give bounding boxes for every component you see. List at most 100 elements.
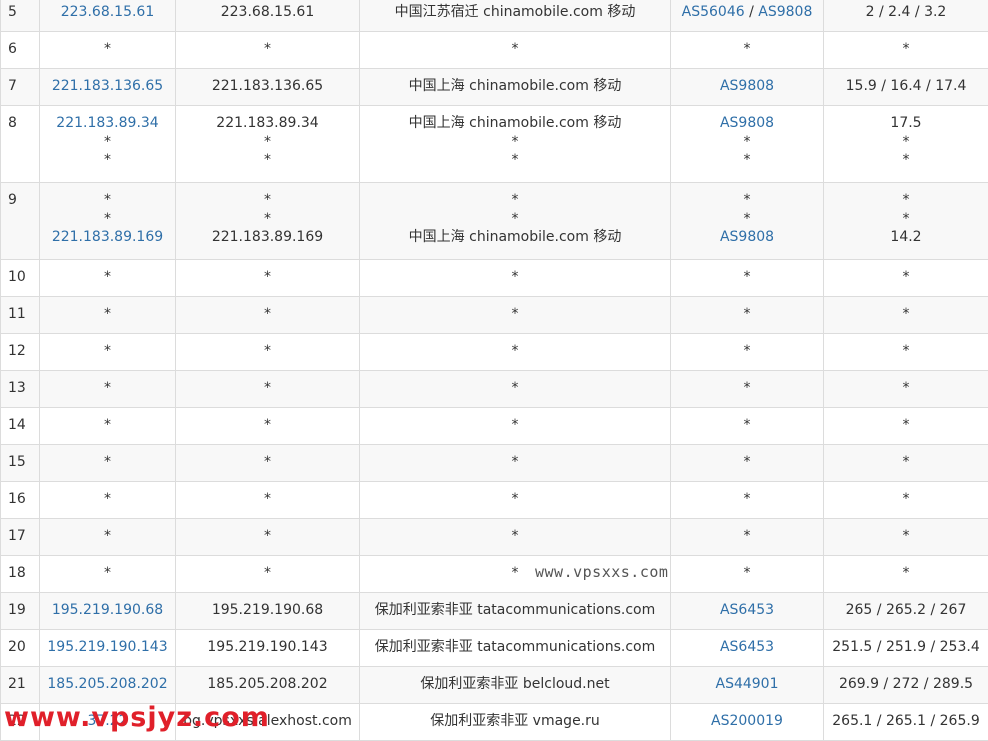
- rtt-cell: *: [824, 556, 988, 593]
- ip-address[interactable]: 195.219.190.68: [40, 601, 175, 620]
- asn-cell: AS6453: [671, 630, 824, 667]
- asn-link[interactable]: AS9808: [720, 78, 774, 94]
- ip-address: *: [40, 133, 175, 152]
- ip-address: *: [40, 268, 175, 287]
- asn-cell: **AS9808: [671, 183, 824, 260]
- location-cell: *: [360, 371, 671, 408]
- hop-number: 9: [8, 192, 17, 208]
- asn-line: *: [671, 379, 823, 398]
- asn-empty: *: [744, 41, 751, 57]
- asn-line: AS44901: [671, 675, 823, 694]
- hostname: *: [176, 564, 359, 583]
- table-row: 16*****: [1, 482, 988, 519]
- ip-cell: 195.219.190.68: [40, 593, 176, 630]
- hostname-cell: 223.68.15.61: [176, 0, 360, 32]
- asn-line: AS6453: [671, 601, 823, 620]
- location: *: [360, 490, 670, 509]
- asn-link[interactable]: AS6453: [720, 602, 774, 618]
- asn-cell: AS44901: [671, 667, 824, 704]
- asn-link[interactable]: AS44901: [716, 676, 779, 692]
- location: *: [360, 210, 670, 229]
- asn-link[interactable]: AS9808: [720, 229, 774, 245]
- hostname-cell: 221.183.89.34**: [176, 106, 360, 183]
- ip-cell: *: [40, 556, 176, 593]
- ip-address[interactable]: 195.219.190.143: [40, 638, 175, 657]
- rtt-cell: *: [824, 482, 988, 519]
- ip-address[interactable]: 221.183.136.65: [40, 77, 175, 96]
- hop-number: 17: [8, 528, 26, 544]
- hop-number: 8: [8, 115, 17, 131]
- rtt-values: 17.5: [824, 114, 988, 133]
- ip-cell: **221.183.89.169: [40, 183, 176, 260]
- rtt-cell: 15.9 / 16.4 / 17.4: [824, 69, 988, 106]
- location: 中国上海 chinamobile.com 移动: [360, 114, 670, 133]
- hostname-cell: *: [176, 297, 360, 334]
- asn-line: *: [671, 453, 823, 472]
- asn-empty: *: [744, 343, 751, 359]
- ip-address[interactable]: 223.68.15.61: [40, 3, 175, 22]
- hop-number: 11: [8, 306, 26, 322]
- ip-address[interactable]: 185.205.208.202: [40, 675, 175, 694]
- asn-link[interactable]: AS9808: [758, 4, 812, 20]
- ip-address[interactable]: 221.183.89.169: [40, 228, 175, 247]
- ip-cell: *: [40, 408, 176, 445]
- asn-cell: *: [671, 260, 824, 297]
- rtt-values: *: [824, 490, 988, 509]
- asn-line: AS56046 / AS9808: [671, 3, 823, 22]
- hostname: 223.68.15.61: [176, 3, 359, 22]
- table-row: 14*****: [1, 408, 988, 445]
- asn-cell: *: [671, 408, 824, 445]
- rtt-values: *: [824, 564, 988, 583]
- rtt-cell: *: [824, 445, 988, 482]
- asn-link[interactable]: AS56046: [682, 4, 745, 20]
- rtt-cell: 265 / 265.2 / 267: [824, 593, 988, 630]
- ip-address: *: [40, 416, 175, 435]
- rtt-cell: *: [824, 260, 988, 297]
- rtt-values: *: [824, 342, 988, 361]
- location: 中国上海 chinamobile.com 移动: [360, 77, 670, 96]
- rtt-values: *: [824, 527, 988, 546]
- rtt-values: *: [824, 191, 988, 210]
- rtt-cell: *: [824, 519, 988, 556]
- table-row: 17*****: [1, 519, 988, 556]
- asn-cell: *: [671, 556, 824, 593]
- asn-empty: *: [744, 528, 751, 544]
- hop-number-cell: 18: [1, 556, 40, 593]
- rtt-cell: 265.1 / 265.1 / 265.9: [824, 704, 988, 741]
- location-cell: 中国上海 chinamobile.com 移动: [360, 69, 671, 106]
- asn-line: *: [671, 490, 823, 509]
- hostname: 221.183.136.65: [176, 77, 359, 96]
- asn-empty: *: [744, 417, 751, 433]
- hop-number: 7: [8, 78, 17, 94]
- asn-link[interactable]: AS200019: [711, 713, 783, 729]
- table-row: 13*****: [1, 371, 988, 408]
- table-row: 6*****: [1, 32, 988, 69]
- rtt-values: *: [824, 268, 988, 287]
- location: *: [360, 453, 670, 472]
- table-row: 11*****: [1, 297, 988, 334]
- hop-number: 15: [8, 454, 26, 470]
- rtt-values: 265.1 / 265.1 / 265.9: [824, 712, 988, 731]
- hostname: 221.183.89.34: [176, 114, 359, 133]
- ip-address: *: [40, 40, 175, 59]
- hostname-cell: **221.183.89.169: [176, 183, 360, 260]
- hop-number-cell: 14: [1, 408, 40, 445]
- rtt-values: 2 / 2.4 / 3.2: [824, 3, 988, 22]
- asn-cell: AS56046 / AS9808: [671, 0, 824, 32]
- asn-empty: *: [744, 269, 751, 285]
- asn-line: *: [671, 527, 823, 546]
- rtt-values: 269.9 / 272 / 289.5: [824, 675, 988, 694]
- ip-cell: *: [40, 297, 176, 334]
- hop-number-cell: 6: [1, 32, 40, 69]
- table-row: 9**221.183.89.169**221.183.89.169**中国上海 …: [1, 183, 988, 260]
- location-cell: 中国上海 chinamobile.com 移动**: [360, 106, 671, 183]
- asn-empty: *: [744, 211, 751, 227]
- rtt-values: *: [824, 40, 988, 59]
- asn-link[interactable]: AS6453: [720, 639, 774, 655]
- rtt-cell: 251.5 / 251.9 / 253.4: [824, 630, 988, 667]
- hostname: *: [176, 379, 359, 398]
- ip-address[interactable]: 221.183.89.34: [40, 114, 175, 133]
- rtt-cell: *: [824, 32, 988, 69]
- asn-link[interactable]: AS9808: [720, 115, 774, 131]
- asn-line: *: [671, 416, 823, 435]
